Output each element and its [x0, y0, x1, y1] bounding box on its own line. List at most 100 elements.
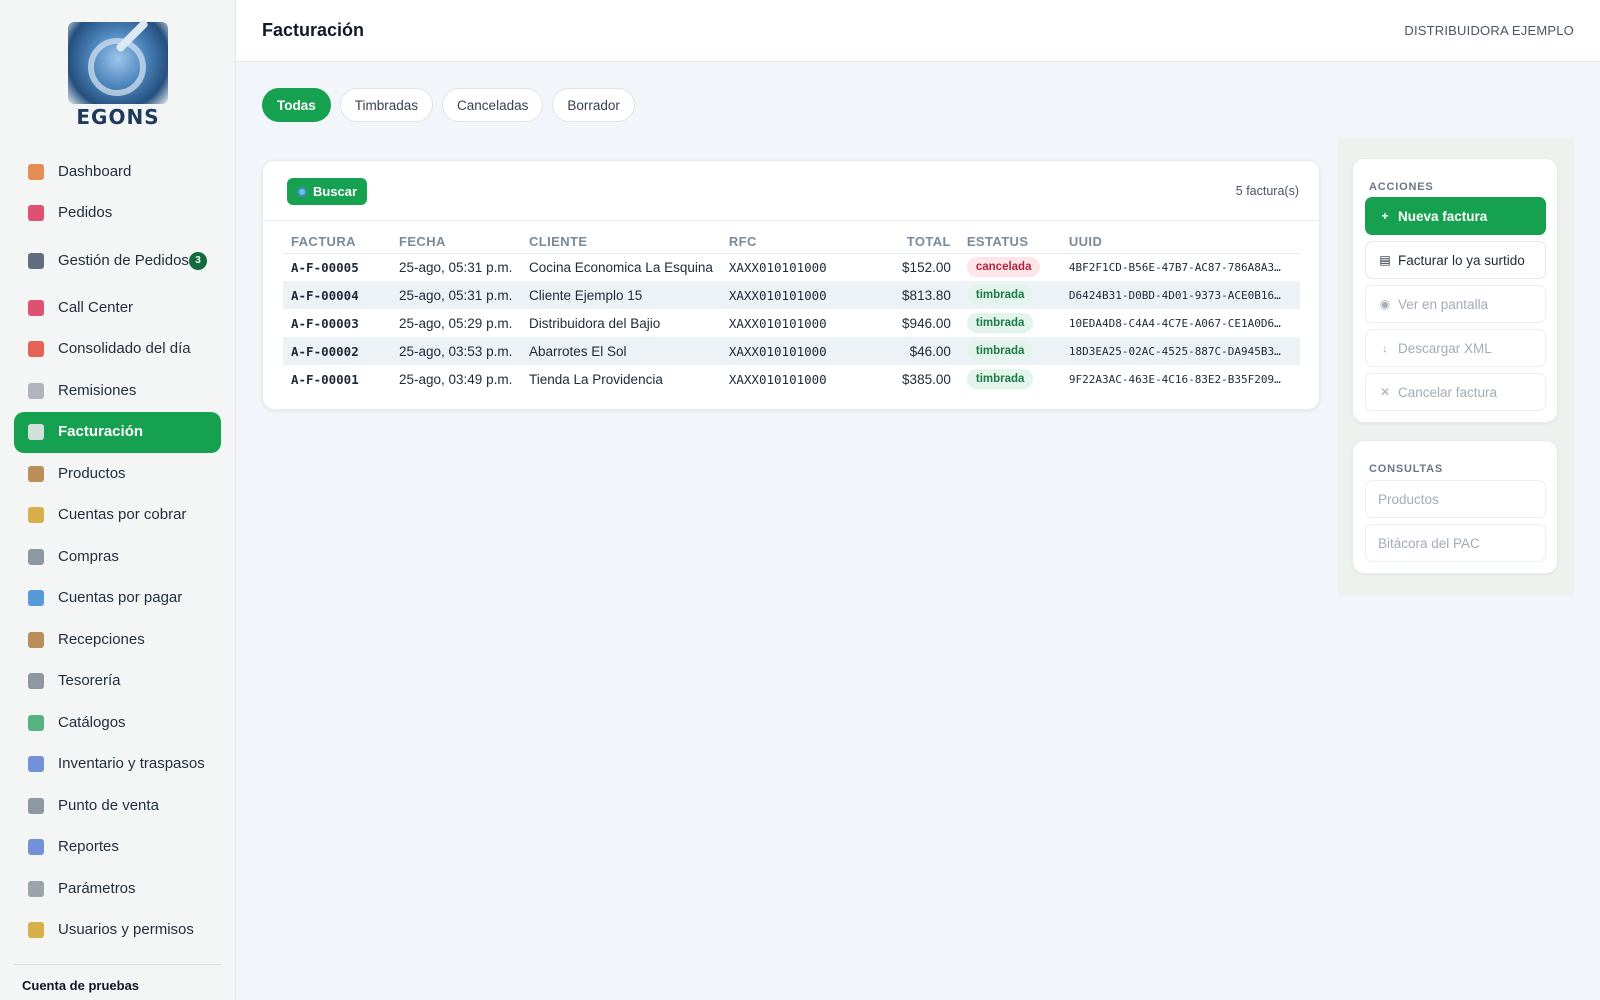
download-icon: ↓	[1382, 341, 1388, 355]
sidebar-item-cuentas-por-pagar[interactable]: Cuentas por pagar	[14, 578, 221, 620]
sidebar-item-remisiones[interactable]: Remisiones	[14, 370, 221, 412]
sidebar-item-compras[interactable]: Compras	[14, 536, 221, 578]
invoice-count: 5 factura(s)	[1235, 184, 1299, 198]
ver-en-pantalla-button[interactable]: ◉ Ver en pantalla	[1365, 285, 1546, 323]
col-rfc[interactable]: RFC	[720, 231, 857, 254]
books-icon	[28, 714, 44, 731]
company-name[interactable]: DISTRIBUIDORA EJEMPLO	[1404, 23, 1574, 38]
phone-icon	[28, 205, 44, 222]
truck-icon	[28, 252, 44, 269]
table-row[interactable]: A-F-00003 25-ago, 05:29 p.m. Distribuidora…	[283, 309, 1300, 337]
table-row[interactable]: A-F-00002 25-ago, 03:53 p.m. Abarrotes El …	[283, 337, 1300, 365]
sidebar-item-consolidado-del-dia[interactable]: Consolidado del día	[14, 329, 221, 371]
sidebar-item-gestion-de-pedidos[interactable]: Gestión de Pedidos 3	[14, 234, 221, 287]
sidebar-item-label: Reportes	[58, 838, 119, 856]
invoice-total: $946.00	[902, 315, 951, 331]
descargar-xml-button[interactable]: ↓ Descargar XML	[1365, 329, 1546, 367]
sidebar-item-recepciones[interactable]: Recepciones	[14, 619, 221, 661]
close-icon: ✕	[1379, 385, 1391, 399]
facturar-lo-ya-surtido-button[interactable]: ▤ Facturar lo ya surtido	[1365, 241, 1546, 279]
consultas-card: CONSULTAS Productos Bitácora del PAC	[1352, 440, 1558, 574]
tab-canceladas[interactable]: Canceladas	[442, 88, 544, 122]
sidebar-item-reportes[interactable]: Reportes	[14, 827, 221, 869]
invoice-date: 25-ago, 05:29 p.m.	[399, 315, 513, 331]
cart-icon	[28, 548, 44, 565]
tab-borrador[interactable]: Borrador	[552, 88, 635, 122]
sidebar-item-label: Cuentas por pagar	[58, 589, 183, 607]
sidebar-item-punto-de-venta[interactable]: Punto de venta	[14, 785, 221, 827]
tab-timbradas[interactable]: Timbradas	[339, 88, 434, 122]
right-panel: ACCIONES + Nueva factura ▤ Facturar lo ya s…	[1338, 138, 1574, 596]
sidebar-item-parametros[interactable]: Parámetros	[14, 868, 221, 910]
invoice-client: Cocina Economica La Esquina	[529, 259, 713, 275]
page-title: Facturación	[262, 20, 365, 40]
sidebar-item-dashboard[interactable]: Dashboard	[14, 151, 221, 193]
sidebar: EGONS Dashboard Pedidos Gestión de Pedidos…	[0, 0, 236, 1000]
col-estatus[interactable]: ESTATUS	[958, 231, 1061, 254]
col-cliente[interactable]: CLIENTE	[521, 231, 721, 254]
invoice-number: A-F-00002	[283, 337, 391, 365]
nueva-factura-button[interactable]: + Nueva factura	[1365, 197, 1546, 235]
sidebar-item-pedidos[interactable]: Pedidos	[14, 193, 221, 235]
sidebar-item-usuarios-y-permisos[interactable]: Usuarios y permisos	[14, 910, 221, 952]
col-factura[interactable]: FACTURA	[283, 231, 391, 254]
table-row[interactable]: A-F-00001 25-ago, 03:49 p.m. Tienda La Pro…	[283, 365, 1300, 393]
sidebar-item-label: Call Center	[58, 298, 134, 316]
document-icon: ▤	[1379, 253, 1391, 267]
consultas-title: CONSULTAS	[1369, 463, 1444, 475]
sidebar-item-cuentas-por-cobrar[interactable]: Cuentas por cobrar	[14, 495, 221, 537]
sidebar-item-call-center[interactable]: Call Center	[14, 287, 221, 329]
invoice-client: Distribuidora del Bajio	[529, 315, 661, 331]
sidebar-item-label: Compras	[58, 547, 119, 565]
invoice-total: $46.00	[856, 337, 959, 365]
sidebar-nav: Dashboard Pedidos Gestión de Pedidos 3 Call …	[14, 151, 221, 951]
invoice-uuid: 10EDA4D8-C4A4-4C7E-A067-CE1A0D6…	[1068, 316, 1281, 330]
invoice-total: $813.80	[856, 281, 959, 309]
search-button[interactable]: Buscar	[287, 178, 368, 205]
invoice-status-cell: timbrada	[958, 281, 1061, 309]
sidebar-item-label: Punto de venta	[58, 796, 159, 814]
sidebar-item-label: Parámetros	[58, 879, 136, 897]
sidebar-item-label: Catálogos	[58, 713, 126, 731]
sidebar-item-label: Productos	[58, 464, 126, 482]
bank-icon	[28, 673, 44, 690]
consulta-bitacora-del-pac-button[interactable]: Bitácora del PAC	[1365, 524, 1546, 562]
table-row[interactable]: A-F-00004 25-ago, 05:31 p.m. Cliente Ejemp…	[283, 281, 1300, 309]
col-uuid[interactable]: UUID	[1060, 231, 1300, 254]
col-total[interactable]: TOTAL	[856, 231, 959, 254]
table-row[interactable]: A-F-00005 25-ago, 05:31 p.m. Cocina Econom…	[283, 253, 1300, 281]
lock-icon	[28, 922, 44, 939]
pending-count-badge: 3	[189, 251, 207, 270]
invoice-status-cell: cancelada	[959, 253, 1061, 281]
account-name: Cuenta de pruebas	[22, 978, 140, 993]
invoice-total: $385.00	[902, 371, 951, 387]
sidebar-item-label: Inventario y traspasos	[58, 755, 205, 773]
document-icon	[28, 382, 44, 399]
status-badge: timbrada	[966, 369, 1034, 389]
money-bag-icon	[28, 507, 44, 524]
col-fecha[interactable]: FECHA	[391, 231, 521, 254]
tab-todas[interactable]: Todas	[262, 88, 331, 122]
invoice-uuid: 18D3EA25-02AC-4525-887C-DA945B3…	[1060, 337, 1300, 365]
invoice-date: 25-ago, 03:53 p.m.	[391, 337, 521, 365]
sidebar-item-label: Tesorería	[58, 672, 121, 690]
invoices-card: Buscar 5 factura(s) FACTURA FECHA CLIENT…	[262, 160, 1320, 410]
logo[interactable]: EGONS	[64, 19, 172, 130]
invoice-rfc: XAXX010101000	[728, 315, 827, 331]
invoice-status-cell: timbrada	[959, 365, 1061, 393]
sidebar-item-catalogos[interactable]: Catálogos	[14, 702, 221, 744]
invoice-uuid: 4BF2F1CD-B56E-47B7-AC87-786A8A3…	[1068, 260, 1281, 274]
cancelar-factura-button[interactable]: ✕ Cancelar factura	[1365, 373, 1546, 411]
sidebar-item-productos[interactable]: Productos	[14, 453, 221, 495]
search-button-label: Buscar	[313, 184, 358, 199]
consulta-productos-button[interactable]: Productos	[1365, 480, 1546, 518]
package-icon	[28, 631, 44, 648]
sidebar-item-inventario-y-traspasos[interactable]: Inventario y traspasos	[14, 744, 221, 786]
sidebar-item-label: Gestión de Pedidos	[58, 251, 189, 269]
button-label: Productos	[1378, 491, 1439, 507]
acciones-card: ACCIONES + Nueva factura ▤ Facturar lo ya s…	[1352, 158, 1558, 423]
sidebar-item-tesoreria[interactable]: Tesorería	[14, 661, 221, 703]
sidebar-item-facturacion[interactable]: Facturación	[14, 411, 221, 453]
invoice-date: 25-ago, 05:31 p.m.	[399, 259, 513, 275]
plus-icon: +	[1381, 209, 1389, 223]
